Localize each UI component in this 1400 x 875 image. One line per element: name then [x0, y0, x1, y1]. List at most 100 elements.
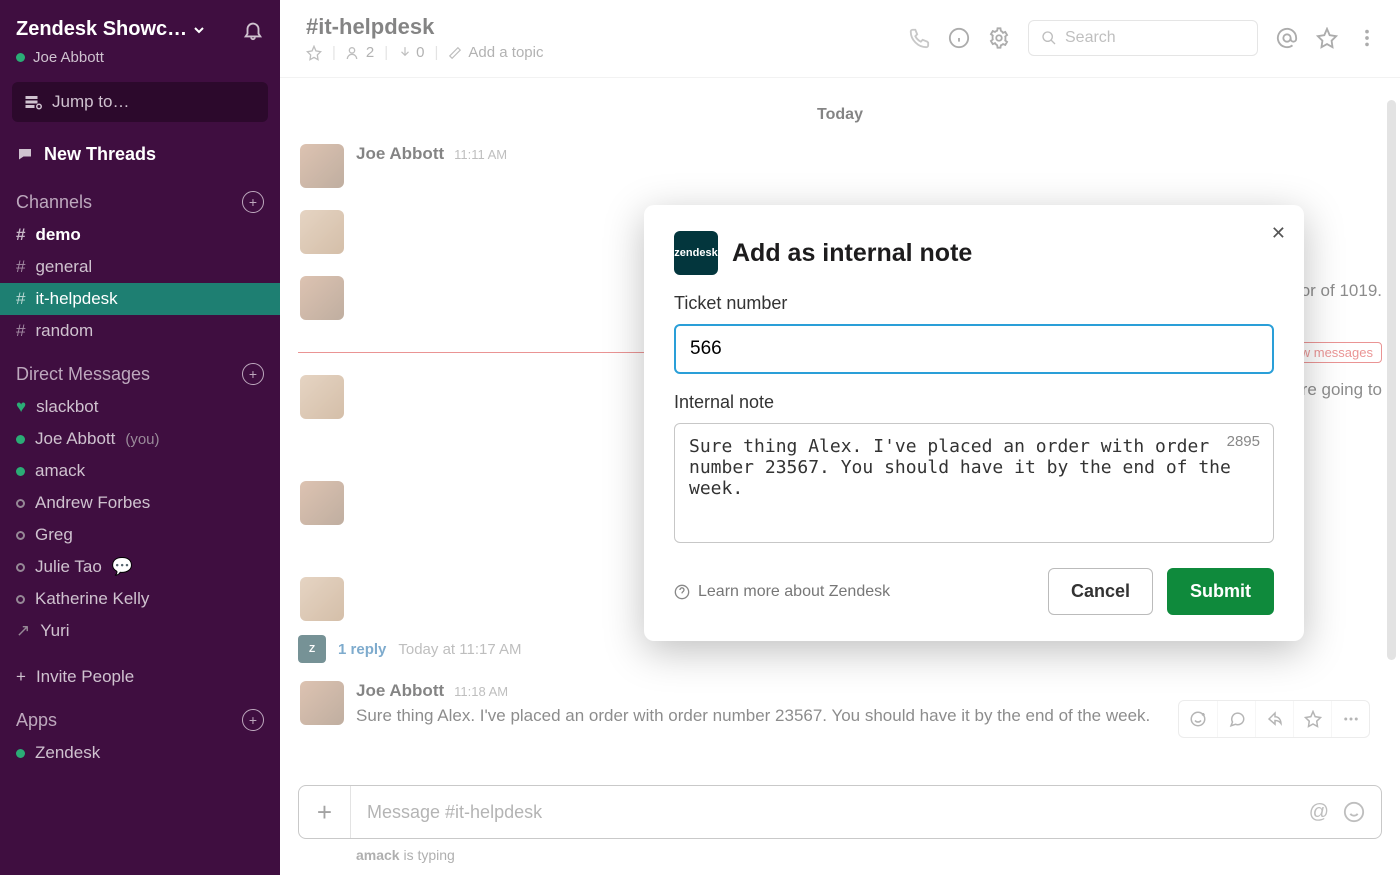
gear-icon[interactable] — [988, 27, 1010, 49]
apps-header: Apps + — [0, 693, 280, 737]
mention-icon[interactable] — [1276, 27, 1298, 49]
workspace-header[interactable]: Zendesk Showc… — [0, 10, 280, 49]
info-icon[interactable] — [948, 27, 970, 49]
members-icon[interactable]: 2 — [346, 44, 374, 61]
share-icon[interactable] — [1255, 701, 1293, 737]
avatar[interactable] — [300, 681, 344, 725]
typing-suffix: is typing — [400, 847, 455, 863]
more-icon[interactable] — [1356, 27, 1378, 49]
hash-icon: # — [16, 289, 25, 309]
avatar[interactable] — [300, 210, 344, 254]
message: Joe Abbott 11:11 AM — [298, 144, 1382, 188]
help-icon — [674, 584, 690, 600]
close-icon[interactable]: ✕ — [1271, 223, 1286, 244]
you-label: (you) — [125, 431, 159, 448]
dm-header: Direct Messages + — [0, 347, 280, 391]
invite-label: Invite People — [36, 667, 134, 687]
channel-label: it-helpdesk — [35, 289, 117, 309]
sidebar-item-yuri[interactable]: ↗Yuri — [0, 615, 280, 647]
user-name: Joe Abbott — [33, 49, 104, 66]
emoji-icon[interactable] — [1343, 801, 1365, 824]
hash-icon: # — [16, 257, 25, 277]
dm-label: Andrew Forbes — [35, 493, 150, 513]
thread-time: Today at 11:17 AM — [398, 641, 521, 658]
sidebar-item-it-helpdesk[interactable]: # it-helpdesk — [0, 283, 280, 315]
channel-label: random — [35, 321, 93, 341]
date-label: Today — [801, 106, 879, 123]
star-outline-icon[interactable] — [1316, 27, 1338, 49]
compose-input[interactable] — [351, 788, 1293, 837]
avatar[interactable] — [300, 276, 344, 320]
bell-icon[interactable] — [242, 19, 264, 41]
new-threads-label: New Threads — [44, 144, 156, 165]
reaction-icon[interactable] — [1179, 701, 1217, 737]
members-count: 2 — [366, 44, 374, 61]
sidebar-item-random[interactable]: # random — [0, 315, 280, 347]
message-time: 11:18 AM — [454, 684, 508, 699]
scrollbar[interactable] — [1386, 100, 1396, 805]
new-threads[interactable]: New Threads — [0, 134, 280, 175]
invite-people[interactable]: +Invite People — [0, 661, 280, 693]
dm-label: Julie Tao — [35, 557, 102, 577]
main: #it-helpdesk | 2 | 0 | Add a topic Searc — [280, 0, 1400, 875]
search-input[interactable]: Search — [1028, 20, 1258, 56]
sidebar-item-katherine-kelly[interactable]: Katherine Kelly — [0, 583, 280, 615]
internal-note-label: Internal note — [674, 392, 1274, 413]
dm-label: Joe Abbott — [35, 429, 115, 449]
typing-indicator: amack is typing — [280, 847, 1400, 875]
sidebar-item-general[interactable]: #general — [0, 251, 280, 283]
message-time: 11:11 AM — [454, 147, 507, 162]
ticket-number-input[interactable] — [674, 324, 1274, 374]
dm-label: slackbot — [36, 397, 98, 417]
zendesk-bot-icon: Z — [298, 635, 326, 663]
channel-label: demo — [35, 225, 80, 245]
sidebar-item-zendesk[interactable]: Zendesk — [0, 737, 280, 769]
sidebar: Zendesk Showc… Joe Abbott Jump to… New T… — [0, 0, 280, 875]
modal-title: Add as internal note — [732, 239, 972, 268]
sidebar-item-greg[interactable]: Greg — [0, 519, 280, 551]
thread-icon[interactable] — [1217, 701, 1255, 737]
bookmark-icon[interactable] — [1293, 701, 1331, 737]
star-icon[interactable] — [306, 45, 322, 61]
submit-button[interactable]: Submit — [1167, 568, 1274, 615]
typing-user: amack — [356, 847, 400, 863]
compose-box: + @ — [298, 785, 1382, 839]
message-user[interactable]: Joe Abbott — [356, 144, 444, 164]
link-icon: ↗ — [16, 621, 30, 641]
add-dm-icon[interactable]: + — [242, 363, 264, 385]
jump-to[interactable]: Jump to… — [12, 82, 268, 122]
add-topic[interactable]: Add a topic — [448, 44, 543, 61]
presence-icon — [16, 53, 25, 62]
avatar[interactable] — [300, 144, 344, 188]
channel-name[interactable]: #it-helpdesk — [306, 14, 543, 40]
sidebar-item-julie-tao[interactable]: Julie Tao💬 — [0, 551, 280, 583]
pins-icon[interactable]: 0 — [398, 44, 424, 61]
thread-reply-count[interactable]: 1 reply — [338, 641, 386, 658]
sidebar-item-joe-abbott[interactable]: Joe Abbott (you) — [0, 423, 280, 455]
sidebar-item-andrew-forbes[interactable]: Andrew Forbes — [0, 487, 280, 519]
learn-more-link[interactable]: Learn more about Zendesk — [674, 583, 890, 601]
attach-button[interactable]: + — [299, 786, 351, 838]
add-app-icon[interactable]: + — [242, 709, 264, 731]
scrollbar-thumb[interactable] — [1387, 100, 1396, 660]
threads-icon — [16, 146, 34, 164]
workspace-name: Zendesk Showc… — [16, 18, 187, 41]
avatar[interactable] — [300, 577, 344, 621]
mention-icon[interactable]: @ — [1309, 801, 1329, 824]
workspace-user: Joe Abbott — [0, 49, 280, 76]
hash-icon: # — [16, 321, 25, 341]
avatar[interactable] — [300, 481, 344, 525]
sidebar-item-demo[interactable]: #demo — [0, 219, 280, 251]
sidebar-item-amack[interactable]: amack — [0, 455, 280, 487]
internal-note-textarea[interactable] — [674, 423, 1274, 543]
phone-icon[interactable] — [908, 27, 930, 49]
sidebar-item-slackbot[interactable]: ♥slackbot — [0, 391, 280, 423]
presence-icon — [16, 499, 25, 508]
cancel-button[interactable]: Cancel — [1048, 568, 1153, 615]
add-channel-icon[interactable]: + — [242, 191, 264, 213]
more-actions-icon[interactable] — [1331, 701, 1369, 737]
app-label: Zendesk — [35, 743, 100, 763]
message-user[interactable]: Joe Abbott — [356, 681, 444, 701]
jump-label: Jump to… — [52, 92, 129, 112]
avatar[interactable] — [300, 375, 344, 419]
